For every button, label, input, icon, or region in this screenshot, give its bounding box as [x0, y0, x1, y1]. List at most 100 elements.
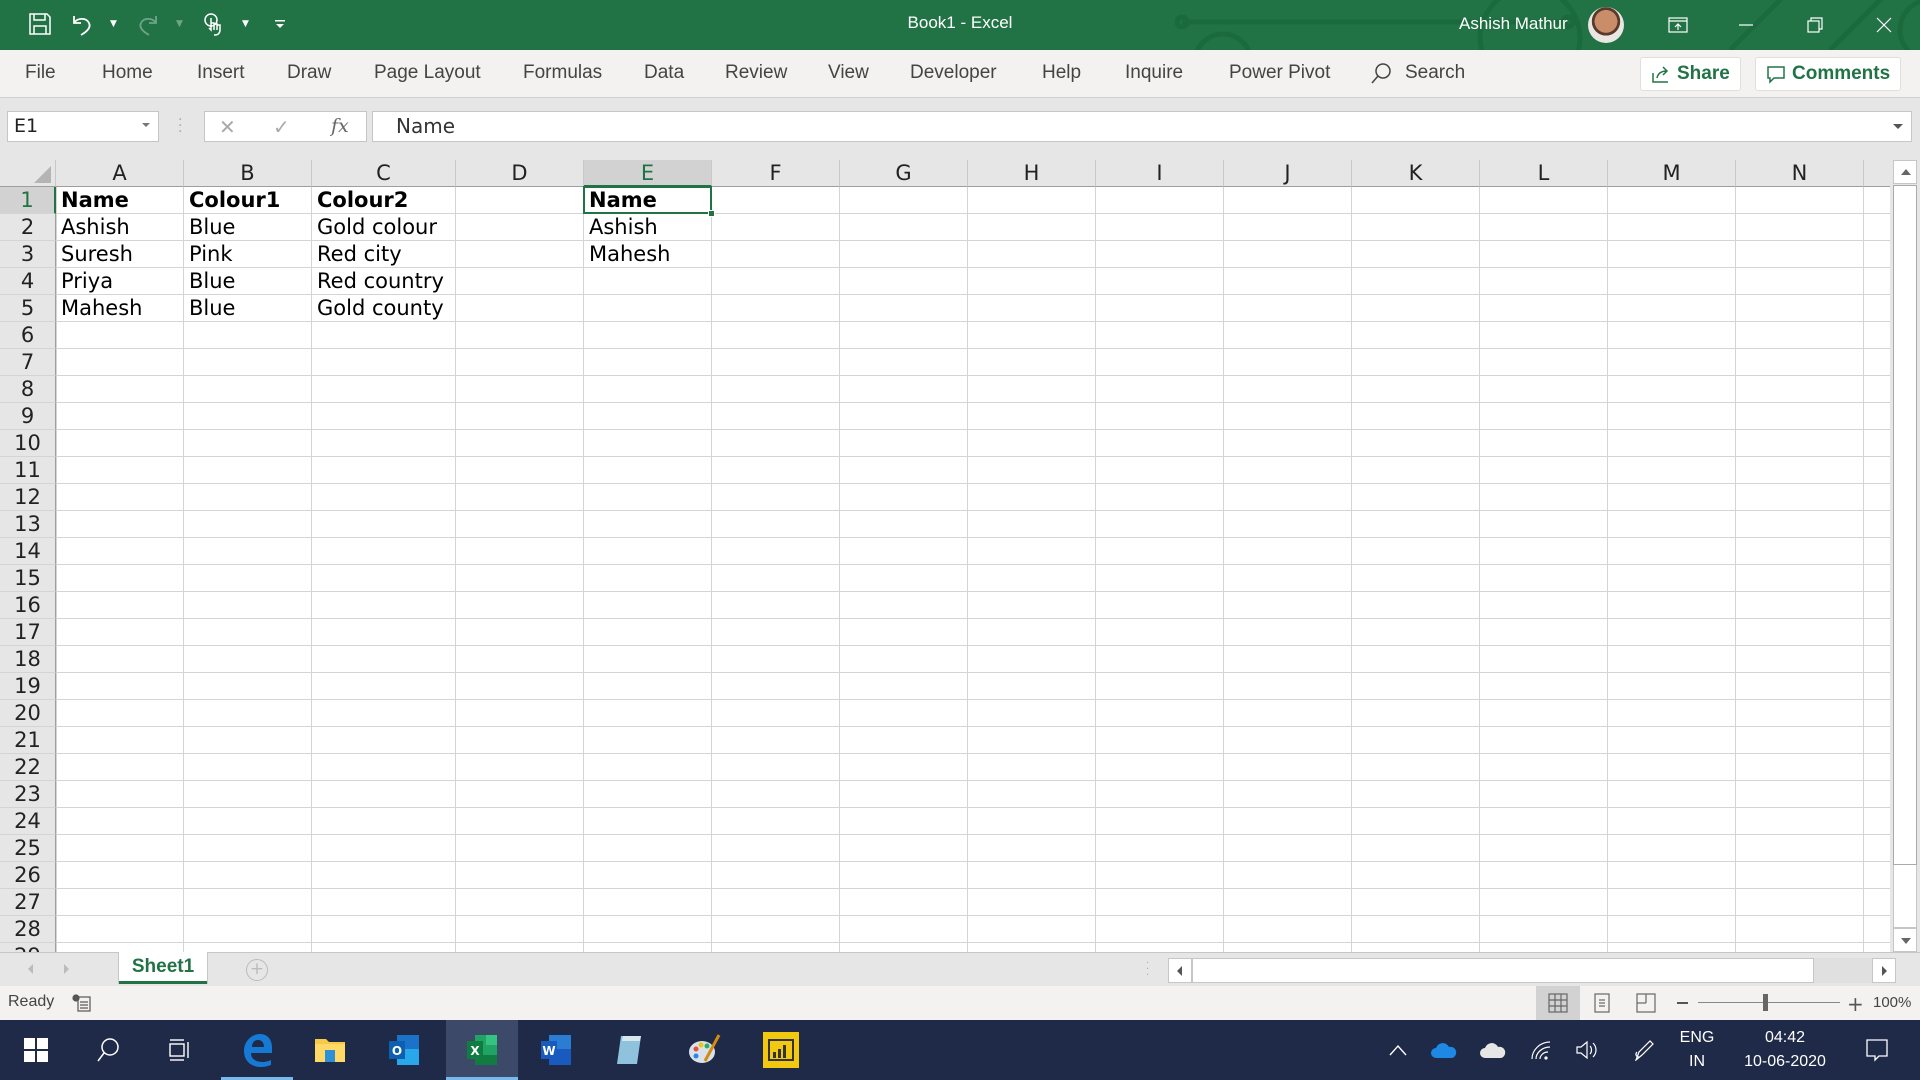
- user-avatar[interactable]: [1588, 7, 1624, 43]
- row-header-18[interactable]: 18: [0, 646, 56, 673]
- taskbar-word[interactable]: W: [520, 1020, 592, 1080]
- column-header-j[interactable]: J: [1224, 160, 1352, 187]
- zoom-in-button[interactable]: +: [1847, 992, 1864, 1016]
- network-tray[interactable]: [1524, 1020, 1558, 1080]
- input-language[interactable]: ENG IN: [1672, 1026, 1722, 1074]
- scroll-left-button[interactable]: [1168, 958, 1192, 983]
- tab-power-pivot[interactable]: Power Pivot: [1229, 62, 1330, 84]
- column-header-h[interactable]: H: [968, 160, 1096, 187]
- task-view-button[interactable]: [144, 1020, 216, 1080]
- tab-view[interactable]: View: [828, 62, 869, 84]
- insert-function-icon[interactable]: fx: [331, 115, 349, 137]
- row-header-12[interactable]: 12: [0, 484, 56, 511]
- name-box-dropdown-icon[interactable]: [142, 123, 150, 127]
- row-header-16[interactable]: 16: [0, 592, 56, 619]
- user-name[interactable]: Ashish Mathur: [1459, 14, 1568, 34]
- taskbar-paint[interactable]: [668, 1020, 740, 1080]
- row-header-13[interactable]: 13: [0, 511, 56, 538]
- customize-qat-icon[interactable]: [266, 10, 294, 38]
- column-header-b[interactable]: B: [184, 160, 312, 187]
- column-header-k[interactable]: K: [1352, 160, 1480, 187]
- column-header-f[interactable]: F: [712, 160, 840, 187]
- vertical-scroll-thumb[interactable]: [1893, 185, 1917, 865]
- previous-sheet-icon[interactable]: [28, 964, 33, 974]
- row-header-11[interactable]: 11: [0, 457, 56, 484]
- scroll-up-button[interactable]: [1893, 160, 1917, 184]
- show-hidden-icons-button[interactable]: [1380, 1020, 1416, 1080]
- scroll-right-button[interactable]: [1872, 958, 1896, 983]
- zoom-slider-thumb[interactable]: [1763, 994, 1768, 1011]
- search-icon[interactable]: [1370, 62, 1392, 86]
- tab-split-handle[interactable]: · · ·: [1146, 959, 1149, 981]
- cancel-icon[interactable]: ✕: [219, 115, 236, 139]
- normal-view-button[interactable]: [1536, 986, 1580, 1020]
- cell-c4[interactable]: Red country: [312, 268, 456, 295]
- onedrive-personal-tray[interactable]: [1476, 1020, 1510, 1080]
- tab-insert[interactable]: Insert: [197, 62, 245, 84]
- zoom-out-button[interactable]: [1677, 1002, 1688, 1004]
- formula-bar-resize-handle[interactable]: · · ·: [178, 113, 182, 139]
- row-header-25[interactable]: 25: [0, 835, 56, 862]
- cell-a4[interactable]: Priya: [56, 268, 184, 295]
- row-header-26[interactable]: 26: [0, 862, 56, 889]
- tab-draw[interactable]: Draw: [287, 62, 331, 84]
- column-header-partial[interactable]: [1864, 160, 1890, 187]
- horizontal-scroll-thumb[interactable]: [1192, 958, 1814, 983]
- row-header-6[interactable]: 6: [0, 322, 56, 349]
- row-header-7[interactable]: 7: [0, 349, 56, 376]
- cell-c2[interactable]: Gold colour: [312, 214, 456, 241]
- macro-recording-icon[interactable]: [72, 994, 92, 1012]
- cell-a5[interactable]: Mahesh: [56, 295, 184, 322]
- expand-formula-bar-icon[interactable]: [1893, 124, 1903, 129]
- taskbar-excel[interactable]: X: [446, 1020, 518, 1080]
- row-header-8[interactable]: 8: [0, 376, 56, 403]
- row-header-9[interactable]: 9: [0, 403, 56, 430]
- redo-icon[interactable]: [134, 10, 162, 38]
- redo-dropdown-icon[interactable]: ▼: [176, 19, 186, 29]
- row-header-23[interactable]: 23: [0, 781, 56, 808]
- tab-inquire[interactable]: Inquire: [1125, 62, 1183, 84]
- tab-home[interactable]: Home: [102, 62, 153, 84]
- cell-e3[interactable]: Mahesh: [584, 241, 712, 268]
- tab-file[interactable]: File: [25, 62, 56, 84]
- next-sheet-icon[interactable]: [64, 964, 69, 974]
- new-sheet-button[interactable]: +: [246, 959, 268, 981]
- row-header-15[interactable]: 15: [0, 565, 56, 592]
- cell-b1[interactable]: Colour1: [184, 187, 312, 214]
- tab-formulas[interactable]: Formulas: [523, 62, 602, 84]
- taskbar-edge[interactable]: [221, 1020, 293, 1080]
- row-header-29[interactable]: 29: [0, 943, 56, 952]
- volume-tray[interactable]: [1570, 1020, 1604, 1080]
- cell-b4[interactable]: Blue: [184, 268, 312, 295]
- tab-page-layout[interactable]: Page Layout: [374, 62, 481, 84]
- cell-c1[interactable]: Colour2: [312, 187, 456, 214]
- pen-tray[interactable]: [1627, 1020, 1661, 1080]
- page-layout-view-button[interactable]: [1580, 986, 1624, 1020]
- column-header-i[interactable]: I: [1096, 160, 1224, 187]
- taskbar-outlook[interactable]: O: [368, 1020, 440, 1080]
- name-box[interactable]: E1: [7, 111, 159, 142]
- column-header-n[interactable]: N: [1736, 160, 1864, 187]
- undo-dropdown-icon[interactable]: ▼: [110, 19, 120, 29]
- taskbar-notepad[interactable]: [594, 1020, 666, 1080]
- horizontal-scrollbar[interactable]: [1168, 958, 1896, 983]
- column-header-d[interactable]: D: [456, 160, 584, 187]
- ribbon-display-options-button[interactable]: [1646, 0, 1710, 50]
- page-break-view-button[interactable]: [1624, 986, 1668, 1020]
- sheet-tab-sheet1[interactable]: Sheet1: [119, 952, 207, 984]
- tab-developer[interactable]: Developer: [910, 62, 997, 84]
- close-button[interactable]: [1852, 0, 1916, 50]
- start-button[interactable]: [0, 1020, 72, 1080]
- column-header-g[interactable]: G: [840, 160, 968, 187]
- touch-mode-dropdown-icon[interactable]: ▼: [242, 19, 252, 29]
- row-header-1[interactable]: 1: [0, 187, 56, 214]
- formula-input[interactable]: Name: [372, 111, 1912, 142]
- cell-b3[interactable]: Pink: [184, 241, 312, 268]
- taskbar-search-button[interactable]: [72, 1020, 144, 1080]
- column-header-e[interactable]: E: [584, 160, 712, 187]
- action-center-button[interactable]: [1852, 1020, 1902, 1080]
- comments-button[interactable]: Comments: [1755, 57, 1902, 91]
- row-header-24[interactable]: 24: [0, 808, 56, 835]
- undo-icon[interactable]: [68, 10, 96, 38]
- minimize-button[interactable]: [1714, 0, 1778, 50]
